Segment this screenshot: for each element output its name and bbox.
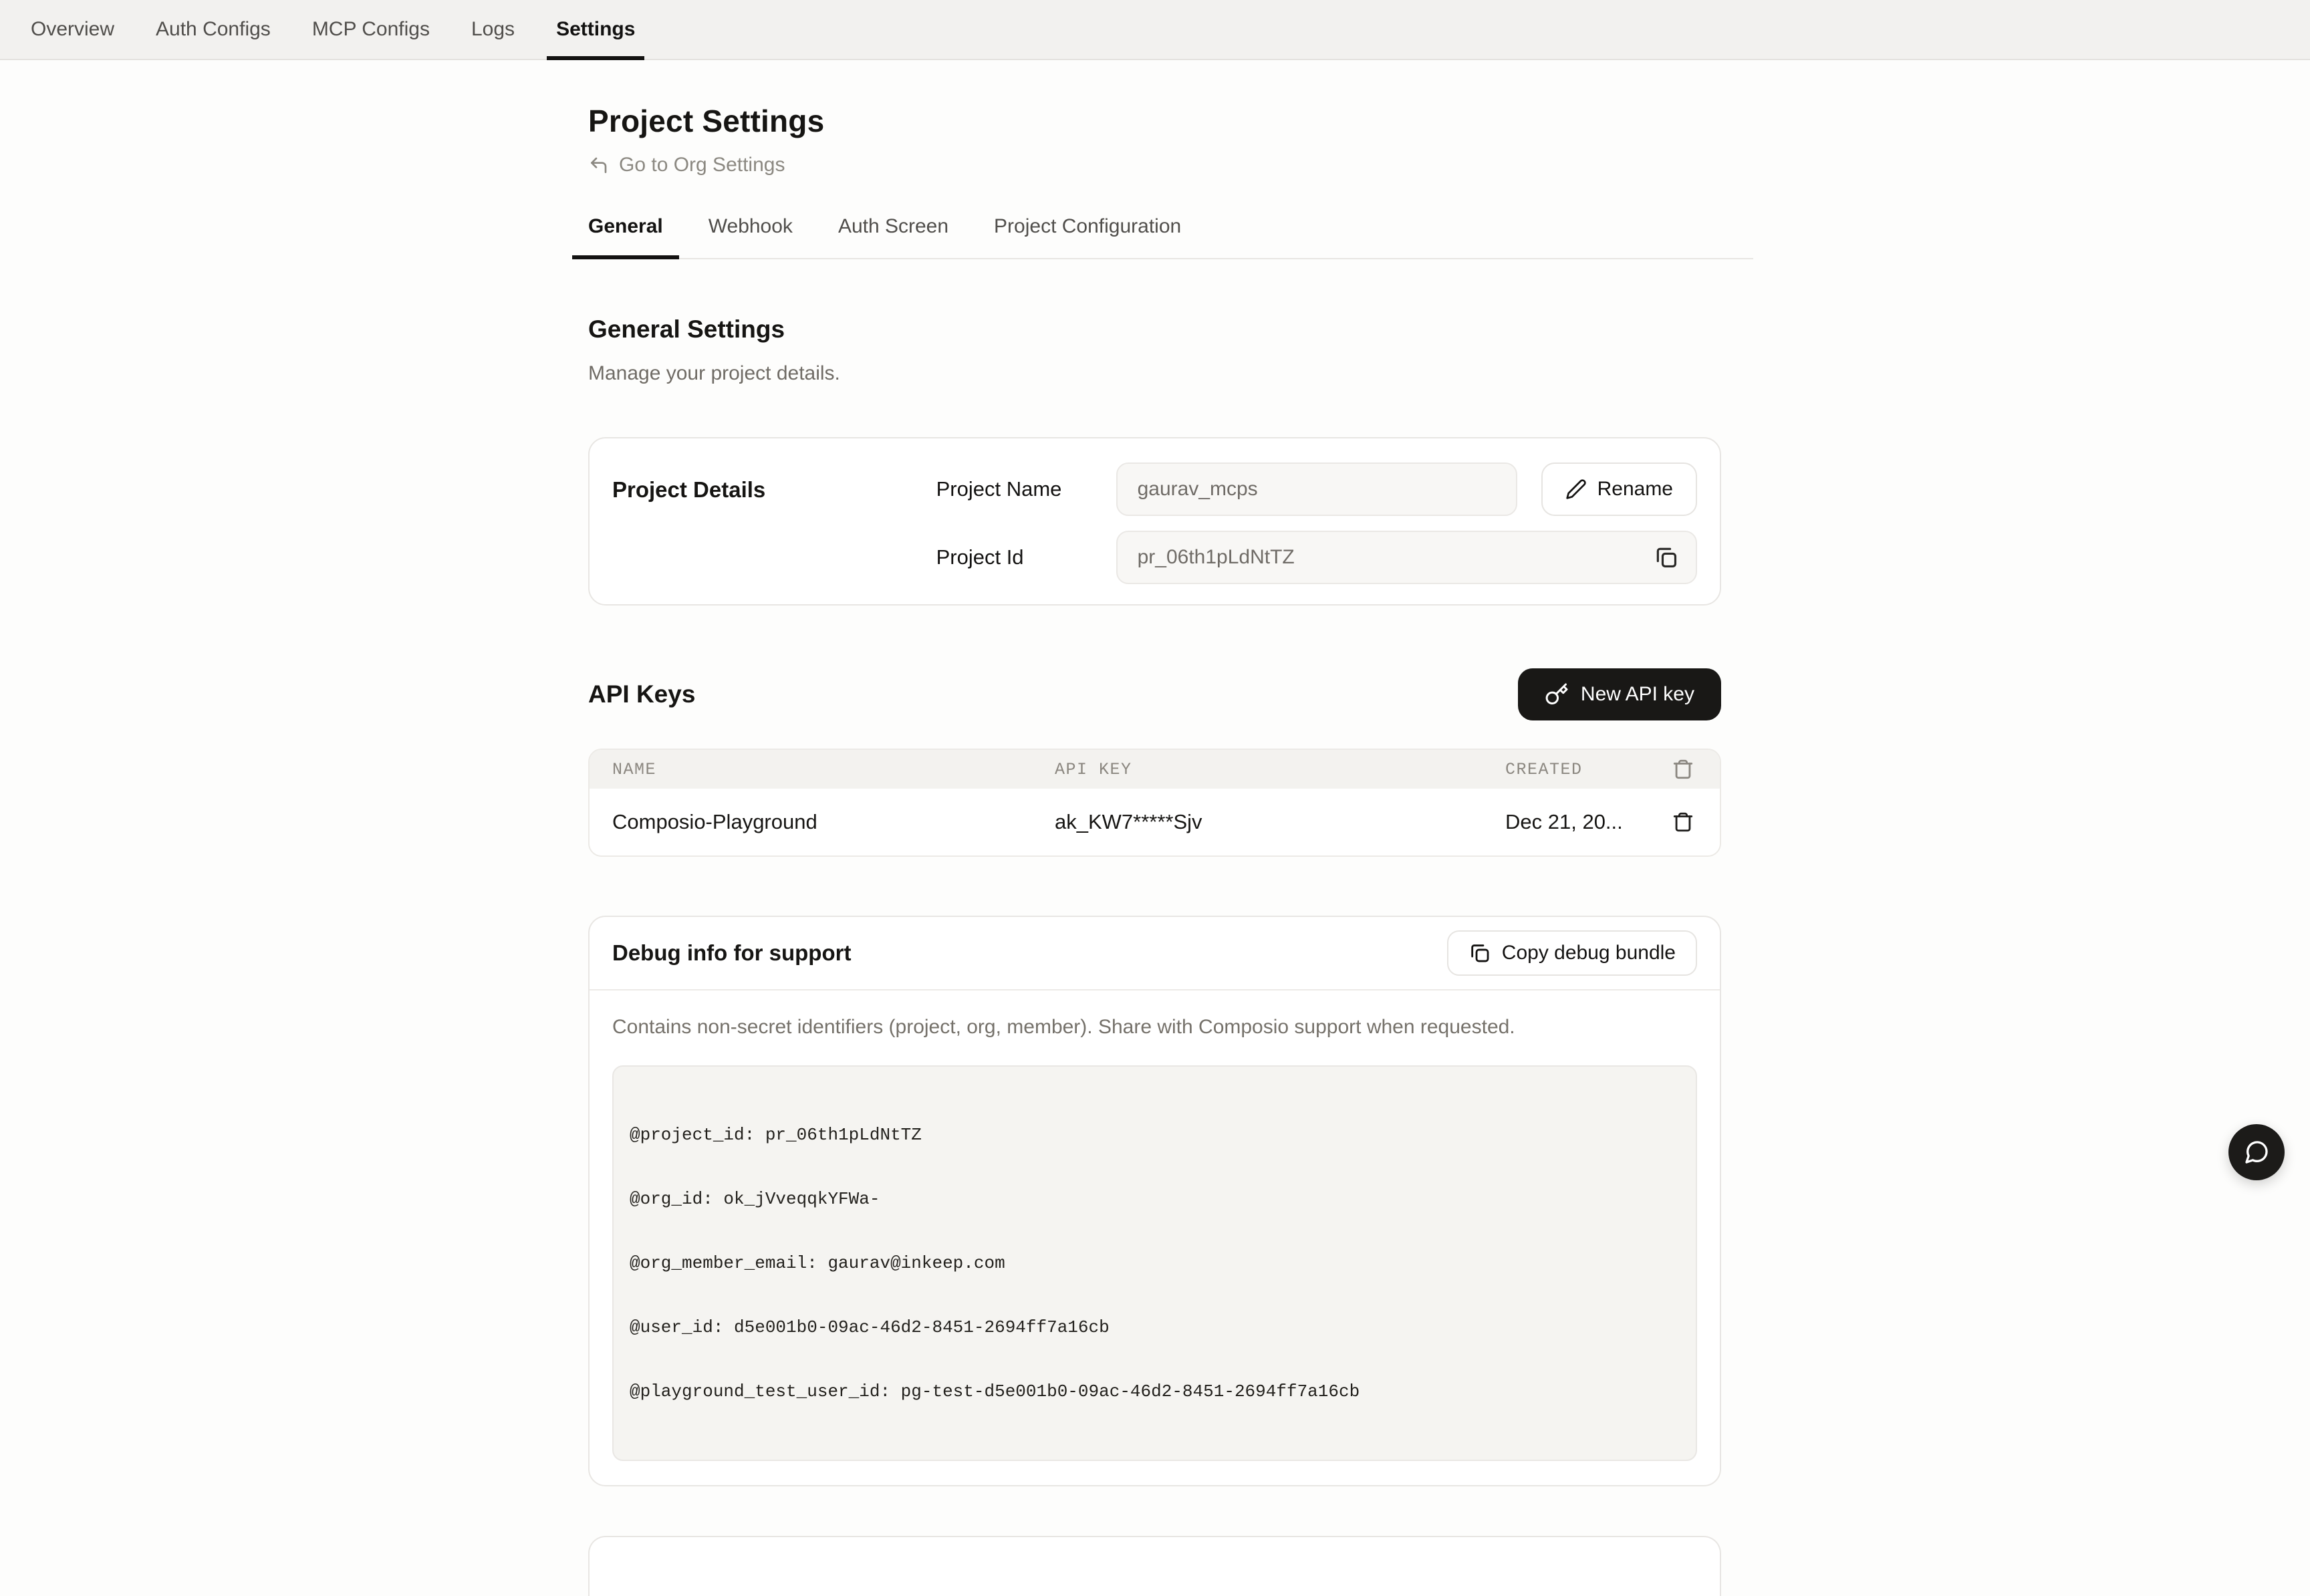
api-key-created: Dec 21, 20... <box>1505 810 1646 834</box>
copy-icon <box>1468 942 1491 964</box>
project-id-label: Project Id <box>936 545 1116 569</box>
nav-item-settings[interactable]: Settings <box>547 0 644 59</box>
nav-item-overview[interactable]: Overview <box>21 0 124 59</box>
project-name-input[interactable] <box>1116 462 1517 516</box>
trash-icon <box>1672 811 1694 833</box>
new-api-key-button[interactable]: New API key <box>1518 668 1721 720</box>
next-card-partial <box>588 1536 1721 1596</box>
key-icon <box>1545 682 1569 706</box>
chat-bubble-icon <box>2243 1139 2270 1166</box>
code-line: @project_id: pr_06th1pLdNtTZ <box>630 1124 1680 1146</box>
nav-item-auth-configs[interactable]: Auth Configs <box>146 0 280 59</box>
project-name-row: Project Name Rename <box>936 462 1697 516</box>
api-key-name: Composio-Playground <box>590 810 1055 834</box>
copy-debug-bundle-label: Copy debug bundle <box>1502 942 1676 964</box>
project-name-label: Project Name <box>936 477 1116 501</box>
api-key-value: ak_KW7*****Sjv <box>1055 810 1505 834</box>
project-id-row: Project Id <box>936 531 1697 584</box>
copy-project-id-button[interactable] <box>1652 543 1681 572</box>
api-key-row: Composio-Playground ak_KW7*****Sjv Dec 2… <box>590 789 1720 855</box>
debug-card-body: Contains non-secret identifiers (project… <box>590 990 1720 1485</box>
nav-item-logs[interactable]: Logs <box>462 0 524 59</box>
col-header-name: NAME <box>590 760 1055 779</box>
chat-support-button[interactable] <box>2228 1124 2285 1180</box>
api-keys-table: NAME API KEY CREATED Composio-Playground… <box>588 749 1721 857</box>
rename-button[interactable]: Rename <box>1541 462 1697 516</box>
delete-api-key-button[interactable] <box>1672 811 1694 833</box>
tab-general[interactable]: General <box>572 215 679 259</box>
project-details-form: Project Name Rename Project Id <box>936 462 1697 584</box>
new-api-key-label: New API key <box>1581 683 1694 706</box>
corner-up-left-icon <box>588 154 610 176</box>
debug-card-title: Debug info for support <box>612 940 851 966</box>
col-header-created: CREATED <box>1505 760 1646 779</box>
debug-card-header: Debug info for support Copy debug bundle <box>590 917 1720 990</box>
debug-identifiers-code-block: @project_id: pr_06th1pLdNtTZ @org_id: ok… <box>612 1065 1697 1461</box>
project-id-input-wrap <box>1116 531 1697 584</box>
project-details-card: Project Details Project Name Rename Proj… <box>588 437 1721 606</box>
code-line: @org_id: ok_jVveqqkYFWa- <box>630 1188 1680 1210</box>
go-to-org-settings-label: Go to Org Settings <box>619 154 785 176</box>
code-line: @org_member_email: gaurav@inkeep.com <box>630 1252 1680 1274</box>
trash-icon <box>1672 758 1694 781</box>
copy-debug-bundle-button[interactable]: Copy debug bundle <box>1447 930 1697 976</box>
settings-page: Project Settings Go to Org Settings Gene… <box>588 103 1753 1596</box>
debug-description: Contains non-secret identifiers (project… <box>612 1016 1697 1039</box>
rename-button-label: Rename <box>1597 478 1673 501</box>
general-settings-heading: General Settings <box>588 315 1753 344</box>
tab-auth-screen[interactable]: Auth Screen <box>822 215 965 259</box>
page-title: Project Settings <box>588 103 1753 139</box>
api-keys-header: API Keys New API key <box>588 668 1721 720</box>
go-to-org-settings-link[interactable]: Go to Org Settings <box>588 154 785 176</box>
code-line: @user_id: d5e001b0-09ac-46d2-8451-2694ff… <box>630 1317 1680 1338</box>
code-line: @playground_test_user_id: pg-test-d5e001… <box>630 1381 1680 1402</box>
nav-item-mcp-configs[interactable]: MCP Configs <box>303 0 439 59</box>
col-header-api-key: API KEY <box>1055 760 1505 779</box>
api-keys-table-header: NAME API KEY CREATED <box>590 750 1720 789</box>
tab-webhook[interactable]: Webhook <box>692 215 809 259</box>
general-settings-subheading: Manage your project details. <box>588 362 1753 385</box>
tab-project-configuration[interactable]: Project Configuration <box>978 215 1197 259</box>
col-header-delete <box>1646 758 1720 781</box>
api-keys-title: API Keys <box>588 680 695 708</box>
copy-icon <box>1654 545 1679 570</box>
project-id-input[interactable] <box>1116 531 1697 584</box>
project-nav: Overview Auth Configs MCP Configs Logs S… <box>0 0 2310 60</box>
pencil-icon <box>1565 479 1587 500</box>
project-details-title: Project Details <box>612 462 936 584</box>
debug-info-card: Debug info for support Copy debug bundle… <box>588 916 1721 1486</box>
settings-tabs: General Webhook Auth Screen Project Conf… <box>588 215 1753 259</box>
